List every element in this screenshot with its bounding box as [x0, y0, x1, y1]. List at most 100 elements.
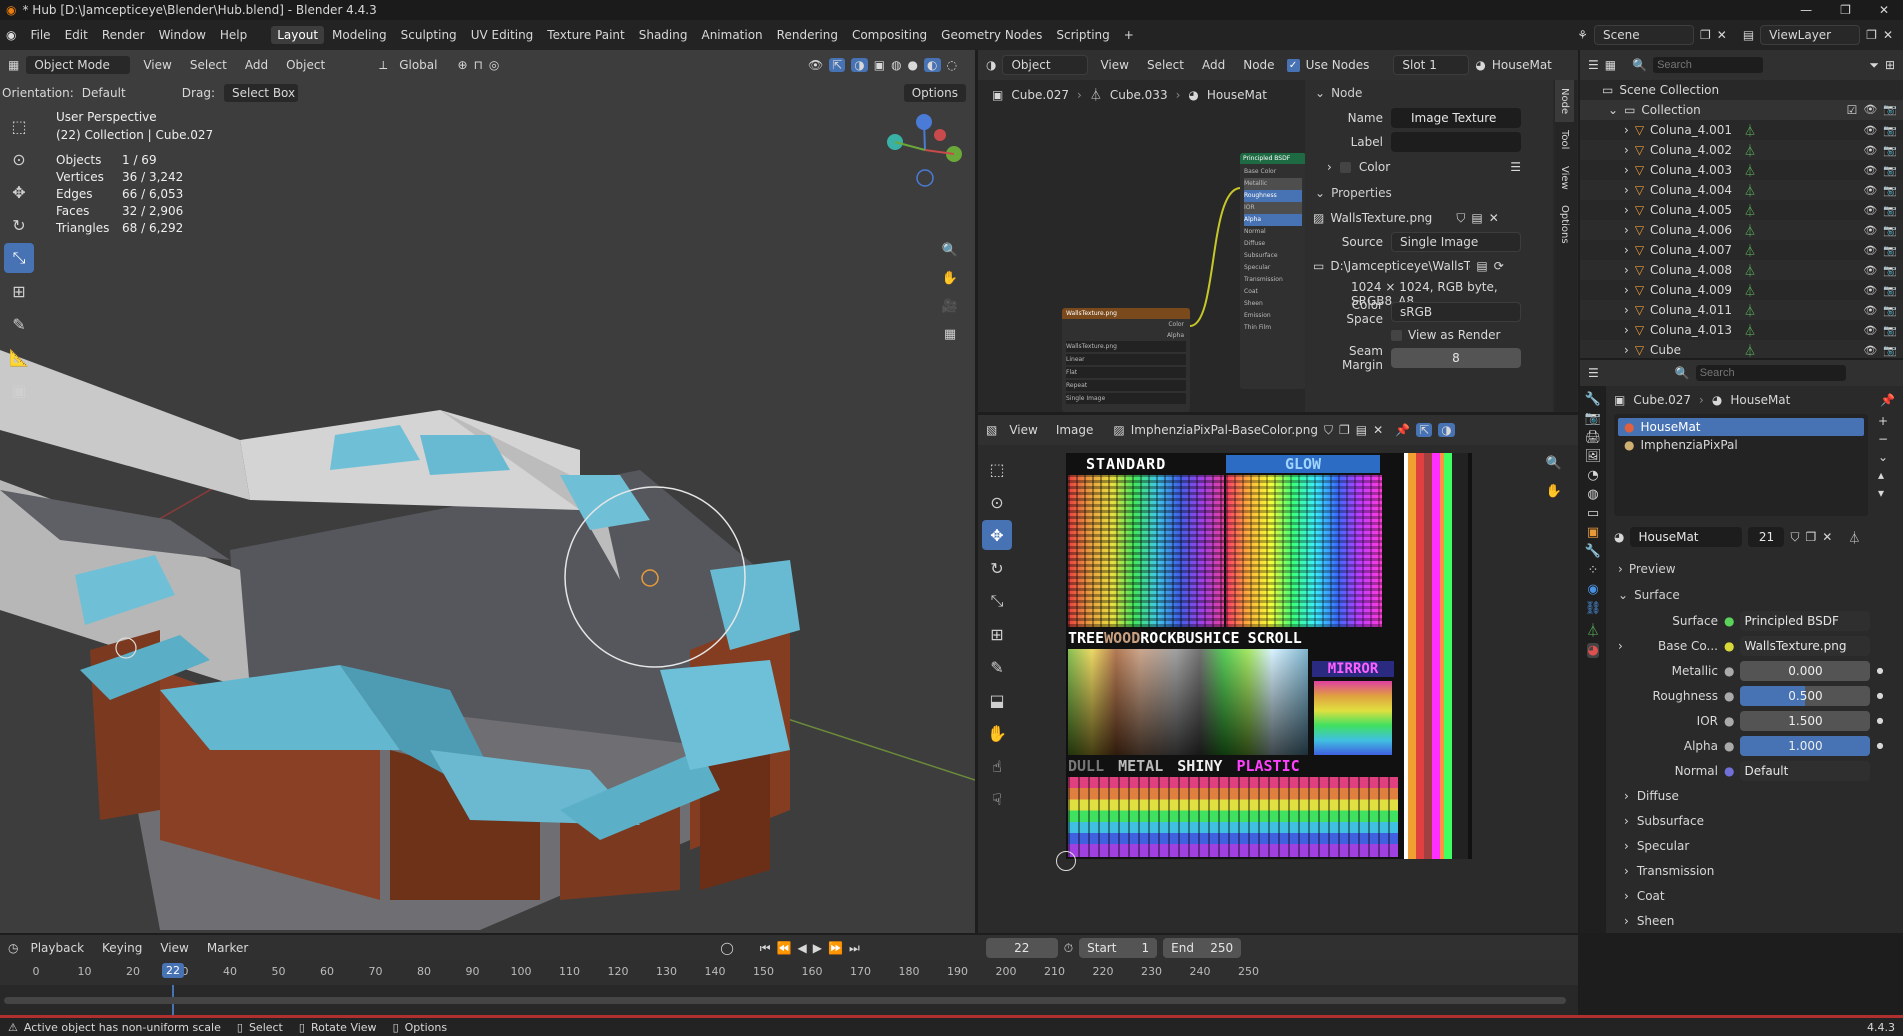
object-mode-dropdown[interactable]: Object Mode — [25, 55, 132, 75]
tab-shading[interactable]: Shading — [633, 26, 694, 44]
pin-icon[interactable]: 📌 — [1395, 423, 1410, 437]
list-icon[interactable]: ☰ — [1510, 160, 1521, 174]
tab-node[interactable]: Node — [1555, 80, 1574, 123]
section-specular[interactable]: › Specular — [1608, 833, 1903, 858]
editor-type-icon[interactable]: ☰ — [1588, 366, 1599, 380]
image-menu-view[interactable]: View — [1003, 421, 1043, 439]
options-dropdown[interactable]: Options — [902, 83, 967, 103]
minimize-icon[interactable]: — — [1800, 3, 1812, 17]
filter-icon[interactable]: ⏷ — [1869, 58, 1879, 73]
overlay-icon[interactable]: ◑ — [1438, 423, 1455, 437]
unlink-icon[interactable]: ✕ — [1822, 530, 1832, 544]
overlay-toggle-icon[interactable]: ◑ — [851, 58, 868, 72]
duplicate-icon[interactable]: ❐ — [1806, 530, 1817, 544]
solid-shading-icon[interactable]: ● — [908, 58, 918, 72]
outliner-item[interactable]: › ▽ Coluna_4.011 ⏃ 👁 📷 — [1580, 300, 1903, 320]
material-browse-icon[interactable]: ◕ — [1614, 530, 1624, 544]
color-checkbox[interactable] — [1339, 161, 1351, 173]
pan-hand-icon[interactable]: ✋ — [940, 268, 960, 288]
prev-key-icon[interactable]: ⏪ — [777, 941, 792, 955]
surface-panel-header[interactable]: ⌄ Surface — [1608, 582, 1903, 608]
next-key-icon[interactable]: ⏩ — [828, 941, 843, 955]
select-box-tool-icon[interactable]: ⬚ — [4, 111, 34, 141]
viewport-3d[interactable]: ▦ Object Mode View Select Add Object ⟂ G… — [0, 50, 975, 933]
editor-type-icon[interactable]: ▦ — [8, 58, 19, 72]
collection-row[interactable]: ⌄ ▭ Collection ☑ 👁 📷 — [1580, 100, 1903, 120]
transform-tool-icon[interactable]: ⊞ — [982, 619, 1012, 649]
timeline-menu-keying[interactable]: Keying — [96, 939, 148, 957]
node-panel-header[interactable]: ⌄ Node — [1305, 80, 1553, 106]
scale-tool-icon[interactable]: ⤡ — [982, 586, 1012, 616]
gizmo-toggle-icon[interactable]: ⇱ — [829, 58, 846, 72]
outliner-item[interactable]: › ▽ Coluna_4.006 ⏃ 👁 📷 — [1580, 220, 1903, 240]
base-color-field[interactable]: WallsTexture.png — [1740, 635, 1871, 656]
visibility-icon[interactable]: 👁 — [1863, 144, 1877, 157]
outliner-item[interactable]: › ▽ Coluna_4.004 ⏃ 👁 📷 — [1580, 180, 1903, 200]
add-cube-tool-icon[interactable]: ▣ — [4, 375, 34, 405]
render-camera-icon[interactable]: 📷 — [1883, 103, 1897, 117]
menu-render[interactable]: Render — [96, 26, 151, 44]
unlink-icon[interactable]: ✕ — [1489, 211, 1499, 225]
tab-uv-editing[interactable]: UV Editing — [465, 26, 540, 44]
visibility-icon[interactable]: 👁 — [1863, 324, 1877, 337]
render-tab-icon[interactable]: 📷 — [1585, 411, 1601, 426]
drag-dropdown[interactable]: Select Box — [222, 83, 299, 103]
node-option[interactable]: Flat — [1066, 367, 1186, 378]
proportional-edit-icon[interactable]: ◎ — [489, 58, 499, 72]
chevron-right-icon[interactable]: › — [1624, 303, 1629, 317]
keyframe-dot-icon[interactable]: ● — [1876, 741, 1883, 750]
visibility-icon[interactable]: 👁 — [1863, 264, 1877, 277]
render-camera-icon[interactable]: 📷 — [1883, 284, 1897, 297]
node-label-field[interactable] — [1391, 132, 1521, 152]
outliner-item[interactable]: › ▽ Cube ⏃ 👁 📷 — [1580, 340, 1903, 358]
editor-type-icon[interactable]: ▧ — [986, 423, 997, 437]
measure-tool-icon[interactable]: 📐 — [4, 342, 34, 372]
move-up-icon[interactable]: ▴ — [1878, 468, 1888, 482]
value-slider[interactable]: 1.500 — [1740, 710, 1871, 731]
image-texture-node[interactable]: WallsTexture.png Color Alpha WallsTextur… — [1062, 308, 1190, 412]
render-camera-icon[interactable]: 📷 — [1883, 184, 1897, 197]
viewport-menu-view[interactable]: View — [137, 56, 177, 74]
rotate-tool-icon[interactable]: ↻ — [982, 553, 1012, 583]
timeline-menu-marker[interactable]: Marker — [201, 939, 254, 957]
render-camera-icon[interactable]: 📷 — [1883, 264, 1897, 277]
tab-compositing[interactable]: Compositing — [846, 26, 933, 44]
collection-checkbox[interactable]: ☑ — [1847, 103, 1858, 117]
render-camera-icon[interactable]: 📷 — [1883, 224, 1897, 237]
principled-bsdf-node[interactable]: Principled BSDF Base Color Metallic Roug… — [1240, 153, 1306, 389]
physics-tab-icon[interactable]: ◉ — [1587, 582, 1598, 597]
render-camera-icon[interactable]: 📷 — [1883, 244, 1897, 257]
pin-icon[interactable]: 📌 — [1880, 393, 1895, 407]
cursor-tool-icon[interactable]: ⊙ — [4, 144, 34, 174]
rip-tool-icon[interactable]: ⬓ — [982, 685, 1012, 715]
open-folder-icon[interactable]: ▤ — [1471, 211, 1482, 225]
chevron-right-icon[interactable]: › — [1624, 263, 1629, 277]
visibility-icon[interactable]: 👁 — [1863, 304, 1877, 317]
tab-texture-paint[interactable]: Texture Paint — [541, 26, 630, 44]
outliner-item[interactable]: › ▽ Coluna_4.013 ⏃ 👁 📷 — [1580, 320, 1903, 340]
node-name-field[interactable]: Image Texture — [1391, 108, 1521, 128]
transform-orientation[interactable]: Global — [393, 56, 443, 74]
surface-shader-field[interactable]: Principled BSDF — [1740, 610, 1871, 631]
tab-options[interactable]: Options — [1555, 197, 1574, 252]
viewport-menu-add[interactable]: Add — [239, 56, 274, 74]
new-scene-icon[interactable]: ❐ — [1700, 28, 1711, 42]
section-subsurface[interactable]: › Subsurface — [1608, 808, 1903, 833]
rendered-shading-icon[interactable]: ◌ — [947, 58, 957, 72]
maximize-icon[interactable]: ❐ — [1840, 3, 1851, 17]
delete-scene-icon[interactable]: ✕ — [1717, 28, 1727, 42]
tab-scripting[interactable]: Scripting — [1050, 26, 1115, 44]
visibility-icon[interactable]: 👁 — [1863, 103, 1877, 117]
zoom-icon[interactable]: 🔍 — [940, 240, 960, 260]
transform-tool-icon[interactable]: ⊞ — [4, 276, 34, 306]
link-type-icon[interactable]: ⏃ — [1848, 529, 1860, 546]
fake-user-icon[interactable]: ⛉ — [1324, 423, 1333, 438]
cursor-tool-icon[interactable]: ⊙ — [982, 487, 1012, 517]
viewport-menu-object[interactable]: Object — [280, 56, 331, 74]
outliner-item[interactable]: › ▽ Coluna_4.008 ⏃ 👁 📷 — [1580, 260, 1903, 280]
chevron-right-icon[interactable]: › — [1624, 283, 1629, 297]
outliner-item[interactable]: › ▽ Coluna_4.003 ⏃ 👁 📷 — [1580, 160, 1903, 180]
move-tool-icon[interactable]: ✥ — [982, 520, 1012, 550]
node-editor[interactable]: ◑ Object View Select Add Node ✓ Use Node… — [978, 50, 1578, 412]
delete-viewlayer-icon[interactable]: ✕ — [1883, 28, 1893, 42]
